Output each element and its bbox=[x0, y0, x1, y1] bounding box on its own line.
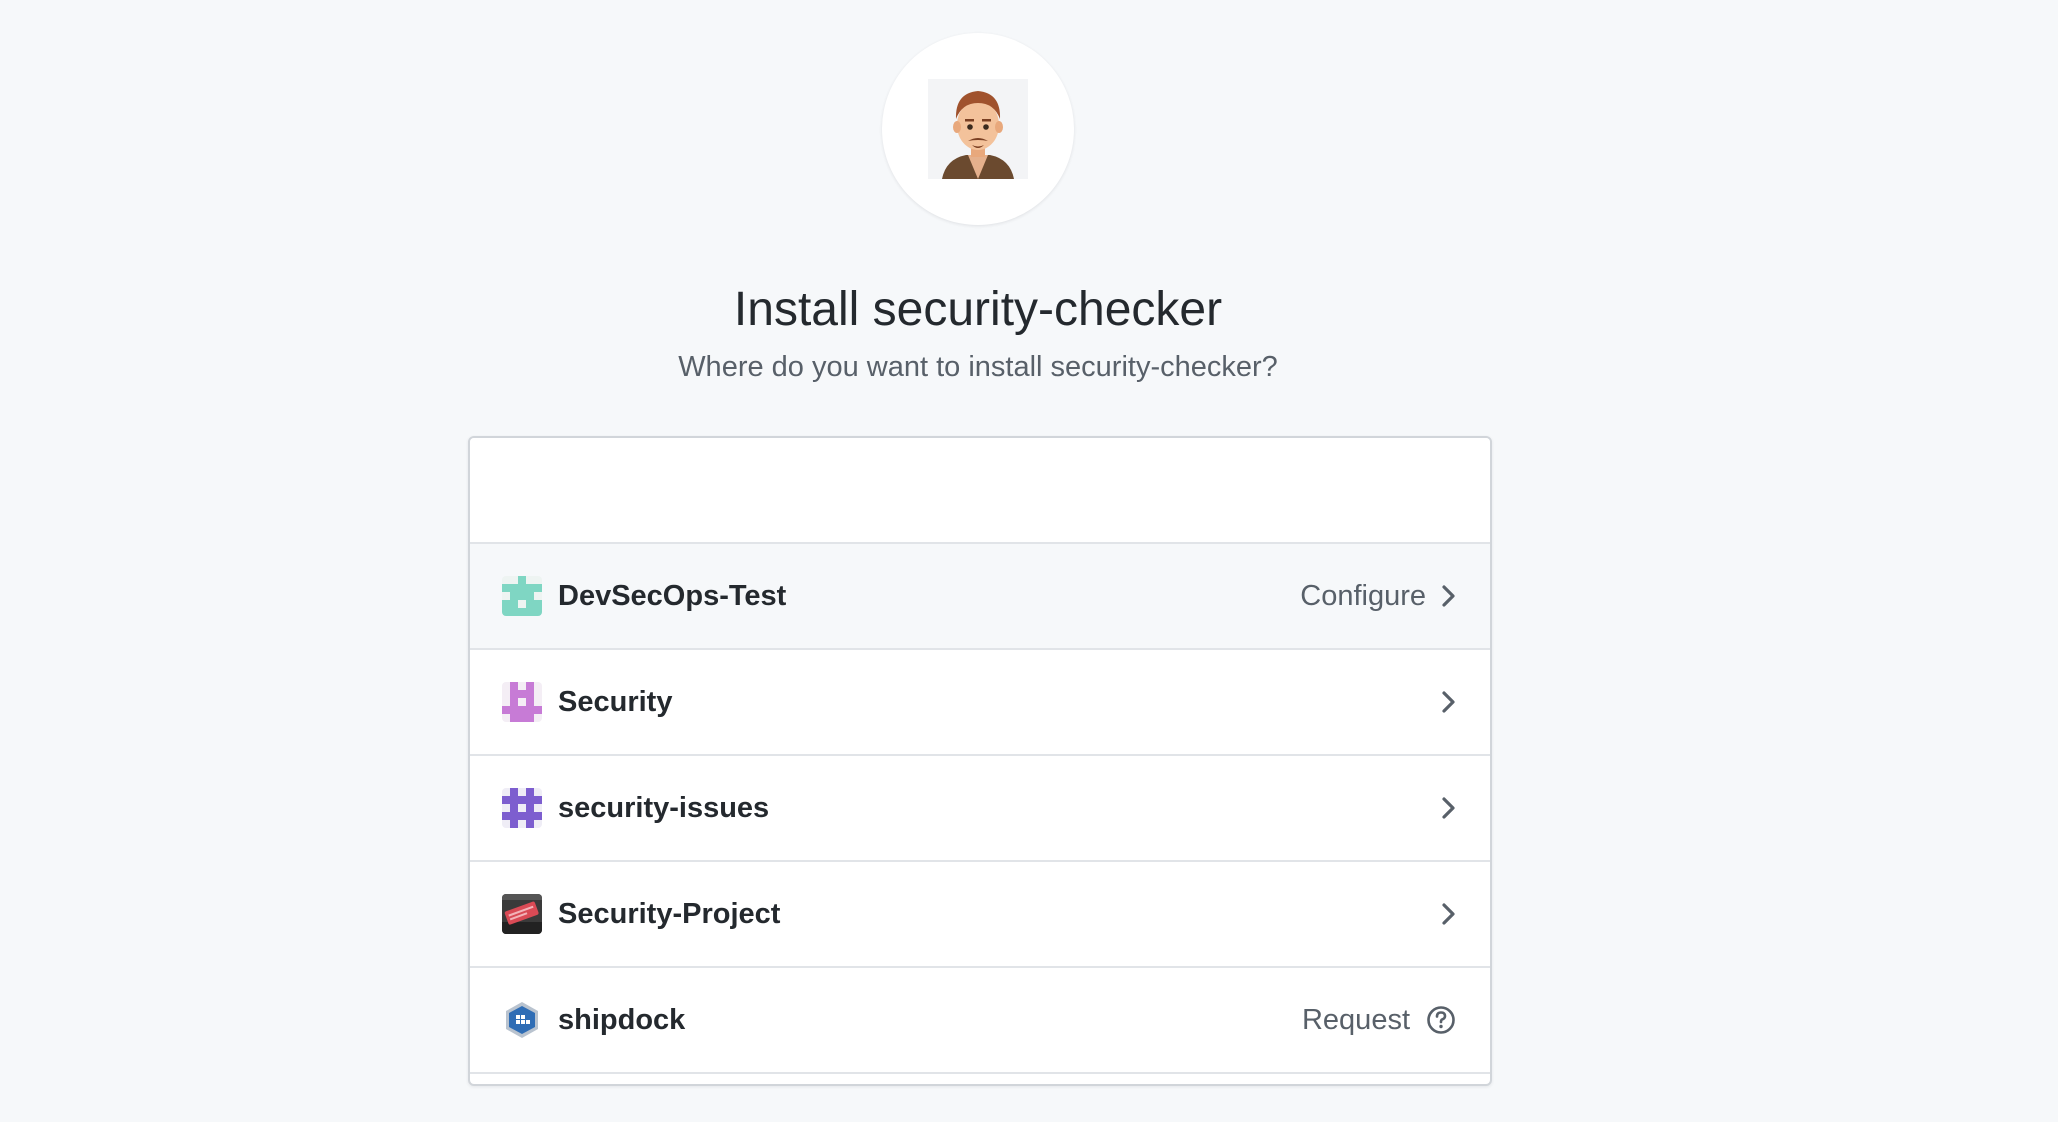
question-circle-icon bbox=[1427, 1006, 1455, 1034]
org-row-shipdock[interactable]: shipdock Request bbox=[470, 968, 1490, 1074]
chevron-right-icon bbox=[1442, 691, 1455, 713]
org-row-security-issues[interactable]: security-issues bbox=[470, 756, 1490, 862]
select-org-link[interactable] bbox=[1442, 756, 1456, 860]
select-org-link[interactable] bbox=[1442, 862, 1456, 966]
app-avatar bbox=[882, 33, 1074, 225]
action-label: Request bbox=[1301, 1003, 1410, 1036]
identicon-teal-icon bbox=[502, 576, 542, 616]
list-header bbox=[470, 438, 1490, 544]
shipdock-logo-icon bbox=[502, 1000, 542, 1040]
org-row-security[interactable]: Security bbox=[470, 650, 1490, 756]
chevron-right-icon bbox=[1442, 903, 1455, 925]
org-name: Security bbox=[558, 685, 673, 718]
org-name: Security-Project bbox=[558, 897, 781, 930]
configure-link[interactable]: Configure bbox=[1300, 544, 1456, 648]
identicon-pink-icon bbox=[502, 682, 542, 722]
org-name: security-issues bbox=[558, 791, 770, 824]
select-org-link[interactable] bbox=[1442, 650, 1456, 754]
action-label: Configure bbox=[1300, 579, 1426, 612]
request-link[interactable]: Request bbox=[1302, 968, 1456, 1072]
project-photo-icon bbox=[502, 894, 542, 934]
install-target-list: DevSecOps-Test Configure Security securi… bbox=[468, 436, 1492, 1086]
identicon-purple-icon bbox=[502, 788, 542, 828]
page-title: Install security-checker bbox=[733, 283, 1223, 336]
org-row-security-project[interactable]: Security-Project bbox=[470, 862, 1490, 968]
chevron-right-icon bbox=[1442, 585, 1455, 607]
chevron-right-icon bbox=[1442, 797, 1455, 819]
user-avatar-icon bbox=[928, 79, 1028, 179]
org-row-devsecops-test[interactable]: DevSecOps-Test Configure bbox=[470, 544, 1490, 650]
page-subtitle: Where do you want to install security-ch… bbox=[678, 351, 1278, 383]
